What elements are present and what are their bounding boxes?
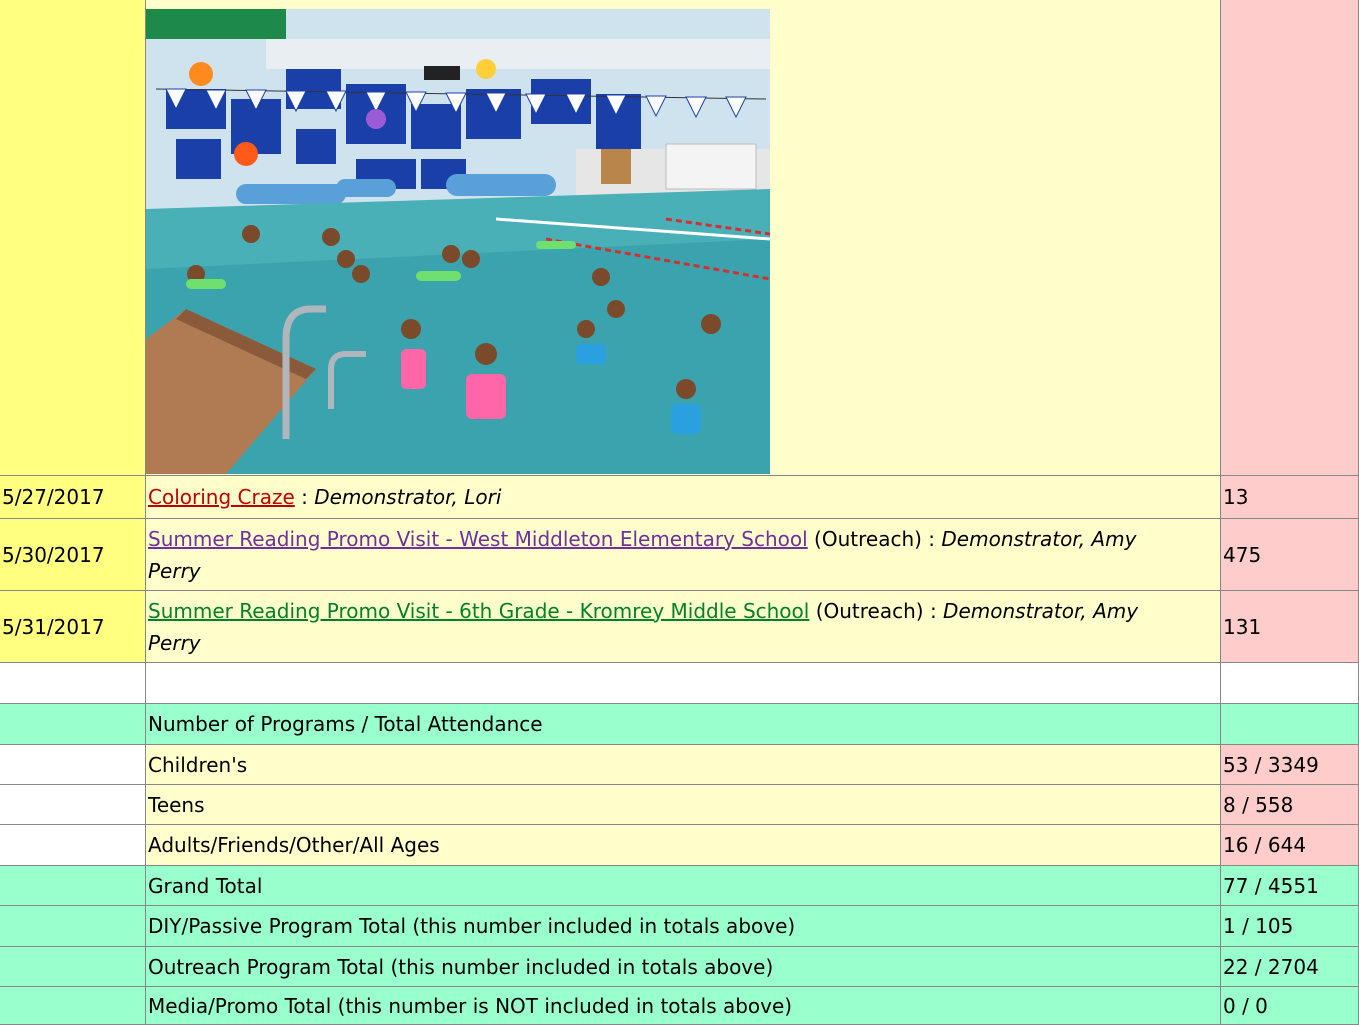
summary-spacer bbox=[0, 947, 146, 987]
summary-label: Outreach Program Total (this number incl… bbox=[146, 947, 1221, 987]
event-link-west-middleton[interactable]: Summer Reading Promo Visit - West Middle… bbox=[148, 527, 808, 551]
summary-label: Teens bbox=[146, 785, 1221, 825]
summary-value: 0 / 0 bbox=[1221, 987, 1359, 1025]
event-suffix: (Outreach) : bbox=[807, 526, 942, 551]
summary-header: Number of Programs / Total Attendance bbox=[146, 704, 1221, 745]
date-cell-empty bbox=[0, 0, 146, 476]
summary-label: Children's bbox=[146, 745, 1221, 785]
summary-spacer bbox=[0, 987, 146, 1025]
summary-label: Grand Total bbox=[146, 866, 1221, 906]
count-cell-empty bbox=[1221, 0, 1359, 476]
blank-cell bbox=[0, 663, 146, 704]
event-suffix: (Outreach) : bbox=[809, 598, 944, 623]
summary-spacer bbox=[0, 785, 146, 825]
event-description: Summer Reading Promo Visit - West Middle… bbox=[146, 519, 1221, 591]
summary-value: 1 / 105 bbox=[1221, 906, 1359, 947]
summary-value: 53 / 3349 bbox=[1221, 745, 1359, 785]
event-suffix: : bbox=[294, 485, 315, 509]
blank-cell bbox=[1221, 663, 1359, 704]
event-date: 5/31/2017 bbox=[0, 591, 146, 663]
summary-label: Adults/Friends/Other/All Ages bbox=[146, 825, 1221, 866]
event-role: Demonstrator, Lori bbox=[314, 485, 502, 509]
event-date: 5/30/2017 bbox=[0, 519, 146, 591]
event-count: 13 bbox=[1221, 476, 1359, 519]
program-table: 5/27/2017 Coloring Craze : Demonstrator,… bbox=[0, 0, 1359, 1025]
summary-spacer bbox=[0, 745, 146, 785]
summary-value: 16 / 644 bbox=[1221, 825, 1359, 866]
summary-spacer bbox=[0, 906, 146, 947]
event-date: 5/27/2017 bbox=[0, 476, 146, 519]
event-description: Coloring Craze : Demonstrator, Lori bbox=[146, 476, 1221, 519]
event-count: 131 bbox=[1221, 591, 1359, 663]
pool-photo bbox=[146, 9, 770, 474]
blank-cell bbox=[146, 663, 1221, 704]
summary-spacer bbox=[0, 825, 146, 866]
summary-spacer bbox=[0, 866, 146, 906]
summary-value: 22 / 2704 bbox=[1221, 947, 1359, 987]
summary-value: 77 / 4551 bbox=[1221, 866, 1359, 906]
summary-label: Media/Promo Total (this number is NOT in… bbox=[146, 987, 1221, 1025]
summary-spacer bbox=[0, 704, 146, 745]
event-link-kromrey[interactable]: Summer Reading Promo Visit - 6th Grade -… bbox=[148, 599, 809, 623]
event-description: Summer Reading Promo Visit - 6th Grade -… bbox=[146, 591, 1221, 663]
summary-label: DIY/Passive Program Total (this number i… bbox=[146, 906, 1221, 947]
event-link-coloring-craze[interactable]: Coloring Craze bbox=[148, 485, 295, 509]
summary-spacer bbox=[1221, 704, 1359, 745]
event-count: 475 bbox=[1221, 519, 1359, 591]
summary-value: 8 / 558 bbox=[1221, 785, 1359, 825]
